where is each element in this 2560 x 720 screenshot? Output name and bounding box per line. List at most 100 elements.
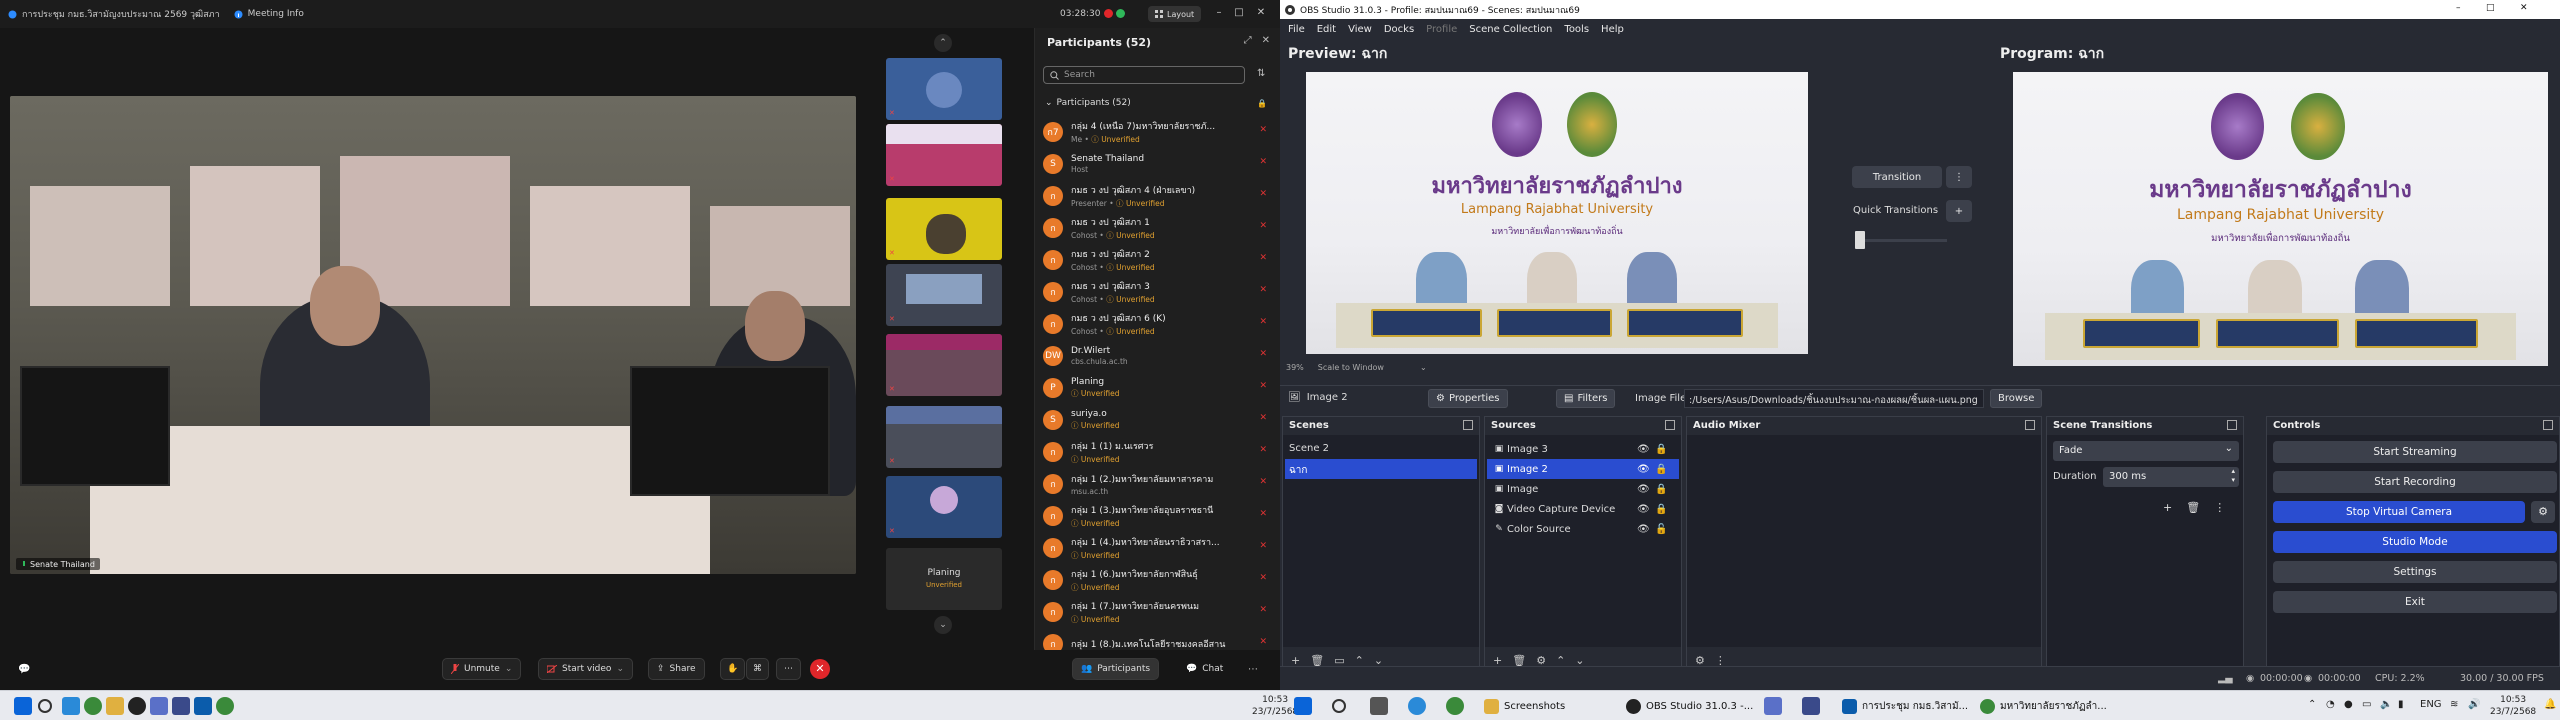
mic-muted-icon[interactable]: ✕ bbox=[1259, 253, 1267, 263]
eye-icon[interactable]: 👁 bbox=[1637, 444, 1650, 455]
menu-view[interactable]: View bbox=[1348, 24, 1372, 35]
move-down-icon[interactable]: ⌄ bbox=[1575, 654, 1584, 667]
meeting-name[interactable]: การประชุม กมธ.วิสามัญงบประมาณ 2569 วุฒิส… bbox=[8, 7, 220, 21]
transition-slider-track[interactable] bbox=[1855, 239, 1947, 242]
language-indicator[interactable]: ENG bbox=[2420, 699, 2442, 710]
add-scene-icon[interactable]: + bbox=[1291, 654, 1300, 667]
close-panel-icon[interactable]: ✕ bbox=[1262, 35, 1270, 46]
participants-group-header[interactable]: ⌄ Participants (52) bbox=[1045, 98, 1131, 108]
exit-button[interactable]: Exit bbox=[2273, 591, 2557, 613]
participant-row[interactable]: Ssuriya.o ⓘ Unverified ✕ bbox=[1043, 404, 1269, 436]
menu-profile[interactable]: Profile bbox=[1426, 24, 1457, 35]
participant-row[interactable]: P Planing ⓘ Unverified ✕ bbox=[1043, 372, 1269, 404]
taskbar-app-screenshots[interactable]: Screenshots bbox=[1484, 695, 1565, 717]
volume-icon[interactable]: 🔈 bbox=[2380, 699, 2392, 710]
stop-virtual-camera-button[interactable]: Stop Virtual Camera bbox=[2273, 501, 2525, 523]
participant-row[interactable]: ก7 กลุ่ม 4 (เหนือ 7)มหาวิทยาลัยราชภั... Me… bbox=[1043, 116, 1269, 148]
notification-icon[interactable]: 🔔 bbox=[2544, 699, 2556, 710]
menu-scene-collection[interactable]: Scene Collection bbox=[1469, 24, 1552, 35]
eye-icon[interactable]: 👁 bbox=[1637, 504, 1650, 515]
gallery-thumbnail[interactable]: ✕ bbox=[886, 58, 1002, 120]
move-down-icon[interactable]: ⌄ bbox=[1374, 654, 1383, 667]
mic-muted-icon[interactable]: ✕ bbox=[1259, 541, 1267, 551]
edge-icon[interactable] bbox=[1408, 697, 1426, 715]
undock-icon[interactable] bbox=[1463, 420, 1473, 430]
add-quick-transition-button[interactable]: + bbox=[1946, 200, 1972, 222]
properties-button[interactable]: ⚙ Properties bbox=[1428, 389, 1508, 408]
move-up-icon[interactable]: ⌃ bbox=[1556, 654, 1565, 667]
menu-help[interactable]: Help bbox=[1601, 24, 1624, 35]
chat-button[interactable]: 💬 Chat bbox=[1178, 658, 1231, 680]
app-icon[interactable] bbox=[1802, 697, 1820, 715]
start-icon[interactable] bbox=[1294, 697, 1312, 715]
participant-row[interactable]: ก กลุ่ม 1 (2.)มหาวิทยาลัยมหาสารคาม msu.ac.… bbox=[1043, 468, 1269, 500]
menu-edit[interactable]: Edit bbox=[1317, 24, 1336, 35]
mic-muted-icon[interactable]: ✕ bbox=[1259, 285, 1267, 295]
participant-row[interactable]: ก กมธ ว งป วุฒิสภา 4 (ฝ่ายเลขา) Presenter … bbox=[1043, 180, 1269, 212]
participants-button[interactable]: 👥 Participants bbox=[1072, 658, 1160, 680]
undock-icon[interactable] bbox=[1665, 420, 1675, 430]
menu-tools[interactable]: Tools bbox=[1564, 24, 1589, 35]
mic-muted-icon[interactable]: ✕ bbox=[1259, 445, 1267, 455]
participant-row[interactable]: DW Dr.Wilert cbs.chula.ac.th ✕ bbox=[1043, 340, 1269, 372]
participant-row[interactable]: ก กลุ่ม 1 (1) ม.นเรศวร ⓘ Unverified ✕ bbox=[1043, 436, 1269, 468]
obs-icon[interactable] bbox=[128, 697, 146, 715]
app-icon[interactable] bbox=[172, 697, 190, 715]
task-view-icon[interactable] bbox=[1370, 697, 1388, 715]
mic-muted-icon[interactable]: ✕ bbox=[1259, 157, 1267, 167]
stepper-icon[interactable]: ▴ ▾ bbox=[2231, 467, 2235, 485]
apps-button[interactable]: ⌘ bbox=[746, 658, 769, 680]
participants-search-input[interactable]: Search bbox=[1043, 66, 1245, 84]
add-transition-icon[interactable]: + bbox=[2163, 501, 2172, 514]
search-icon[interactable] bbox=[1332, 699, 1346, 713]
participant-row[interactable]: ก กมธ ว งป วุฒิสภา 6 (K) Cohost • ⓘ Unveri… bbox=[1043, 308, 1269, 340]
file-explorer-icon[interactable] bbox=[106, 697, 124, 715]
image-file-path-input[interactable]: :/Users/Asus/Downloads/ชิ้นงงบประมาณ-กอง… bbox=[1684, 389, 1984, 408]
battery-icon[interactable]: ▮ bbox=[2398, 699, 2404, 710]
search-icon[interactable] bbox=[38, 699, 52, 713]
menu-docks[interactable]: Docks bbox=[1384, 24, 1414, 35]
add-source-icon[interactable]: + bbox=[1493, 654, 1502, 667]
close-button[interactable]: ✕ bbox=[2520, 3, 2528, 13]
mic-muted-icon[interactable]: ✕ bbox=[1259, 221, 1267, 231]
move-up-icon[interactable]: ⌃ bbox=[1355, 654, 1364, 667]
start-recording-button[interactable]: Start Recording bbox=[2273, 471, 2557, 493]
lock-icon[interactable]: 🔒 bbox=[1655, 464, 1667, 475]
transition-type-select[interactable]: Fade ⌄ bbox=[2053, 441, 2239, 461]
edge-icon[interactable] bbox=[62, 697, 80, 715]
layout-button[interactable]: Layout bbox=[1148, 6, 1202, 22]
source-properties-icon[interactable]: ⚙ bbox=[1536, 654, 1546, 667]
scene-item[interactable]: Scene 2 bbox=[1285, 439, 1477, 459]
undock-icon[interactable] bbox=[2227, 420, 2237, 430]
transition-menu-button[interactable]: ⋮ bbox=[1946, 166, 1972, 188]
left-clock[interactable]: 10:53 23/7/2568 bbox=[1252, 694, 1298, 718]
mic-muted-icon[interactable]: ✕ bbox=[1259, 477, 1267, 487]
scene-filters-icon[interactable]: ▭ bbox=[1334, 654, 1344, 667]
chrome-icon[interactable] bbox=[84, 697, 102, 715]
network-icon[interactable]: ◔ bbox=[2326, 699, 2335, 710]
active-speaker-video[interactable]: Senate Thailand bbox=[10, 96, 856, 574]
chevron-up-icon[interactable]: ⌃ bbox=[2308, 699, 2316, 710]
mic-muted-icon[interactable]: ✕ bbox=[1259, 125, 1267, 135]
camera-icon[interactable]: ▭ bbox=[2362, 699, 2371, 710]
mic-muted-icon[interactable]: ✕ bbox=[1259, 509, 1267, 519]
participant-row[interactable]: ก กมธ ว งป วุฒิสภา 2 Cohost • ⓘ Unverified… bbox=[1043, 244, 1269, 276]
minimize-button[interactable]: – bbox=[2456, 3, 2461, 13]
gallery-thumbnail[interactable]: ✕ bbox=[886, 406, 1002, 468]
start-streaming-button[interactable]: Start Streaming bbox=[2273, 441, 2557, 463]
eye-icon[interactable]: 👁 bbox=[1637, 484, 1650, 495]
advanced-audio-icon[interactable]: ⚙ bbox=[1695, 654, 1705, 667]
maximize-button[interactable]: □ bbox=[2486, 3, 2495, 13]
taskbar-app-chrome[interactable]: มหาวิทยาลัยราชภัฏลำ... bbox=[1980, 695, 2107, 717]
participant-row[interactable]: ก กลุ่ม 1 (3.)มหาวิทยาลัยอุบลราชธานี ⓘ Unv… bbox=[1043, 500, 1269, 532]
taskbar-app-zoom[interactable]: การประชุม กมธ.วิสามั... bbox=[1842, 695, 1968, 717]
participant-row[interactable]: ก กมธ ว งป วุฒิสภา 3 Cohost • ⓘ Unverified… bbox=[1043, 276, 1269, 308]
source-item[interactable]: ✎ Color Source 👁 🔓 bbox=[1487, 519, 1679, 539]
popout-icon[interactable]: ⤢ bbox=[1244, 35, 1252, 46]
preview-canvas[interactable]: มหาวิทยาลัยราชภัฏลำปาง Lampang Rajabhat … bbox=[1306, 72, 1808, 354]
mic-muted-icon[interactable]: ✕ bbox=[1259, 349, 1267, 359]
undock-icon[interactable] bbox=[2543, 420, 2553, 430]
lock-icon[interactable]: 🔒 bbox=[1655, 444, 1667, 455]
start-video-button[interactable]: Start video ⌄ bbox=[538, 658, 633, 680]
settings-button[interactable]: Settings bbox=[2273, 561, 2557, 583]
